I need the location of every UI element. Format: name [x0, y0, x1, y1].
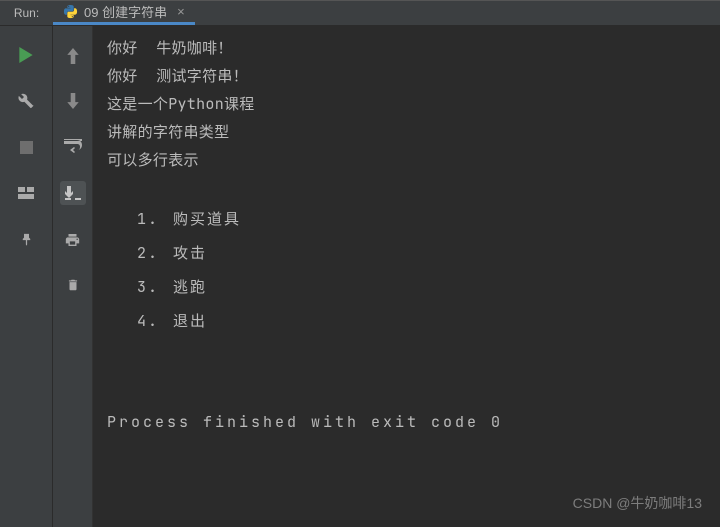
menu-item: 4.退出 [107, 304, 720, 338]
print-icon[interactable] [63, 230, 83, 250]
main-area: 你好 牛奶咖啡！ 你好 测试字符串！ 这是一个Python课程 讲解的字符串类型… [0, 26, 720, 527]
scroll-up-icon[interactable] [63, 46, 83, 66]
layout-icon[interactable] [17, 184, 35, 202]
output-line: 你好 测试字符串！ [107, 62, 720, 90]
menu-item: 3.逃跑 [107, 270, 720, 304]
run-topbar: Run: 09 创建字符串 × [0, 0, 720, 26]
output-line: 你好 牛奶咖啡！ [107, 34, 720, 62]
console-output[interactable]: 你好 牛奶咖啡！ 你好 测试字符串！ 这是一个Python课程 讲解的字符串类型… [93, 26, 720, 527]
run-panel-label: Run: [0, 6, 53, 20]
stop-button[interactable] [17, 138, 35, 156]
output-line: 讲解的字符串类型 [107, 118, 720, 146]
run-button[interactable] [17, 46, 35, 64]
process-exit-line: Process finished with exit code 0 [107, 408, 720, 436]
tab-label: 09 创建字符串 [84, 2, 167, 21]
run-tab[interactable]: 09 创建字符串 × [53, 1, 195, 25]
scroll-to-end-icon[interactable] [60, 181, 86, 205]
menu-item: 1.购买道具 [107, 202, 720, 236]
output-line: 可以多行表示 [107, 146, 720, 174]
close-tab-icon[interactable]: × [177, 4, 185, 19]
left-action-rail [0, 26, 53, 527]
watermark: CSDN @牛奶咖啡13 [573, 489, 702, 517]
wrench-icon[interactable] [17, 92, 35, 110]
python-file-icon [63, 4, 78, 19]
soft-wrap-icon[interactable] [63, 136, 83, 156]
menu-item: 2.攻击 [107, 236, 720, 270]
trash-icon[interactable] [63, 275, 83, 295]
console-tool-rail [53, 26, 93, 527]
scroll-down-icon[interactable] [63, 91, 83, 111]
output-line: 这是一个Python课程 [107, 90, 720, 118]
pin-icon[interactable] [17, 230, 35, 248]
